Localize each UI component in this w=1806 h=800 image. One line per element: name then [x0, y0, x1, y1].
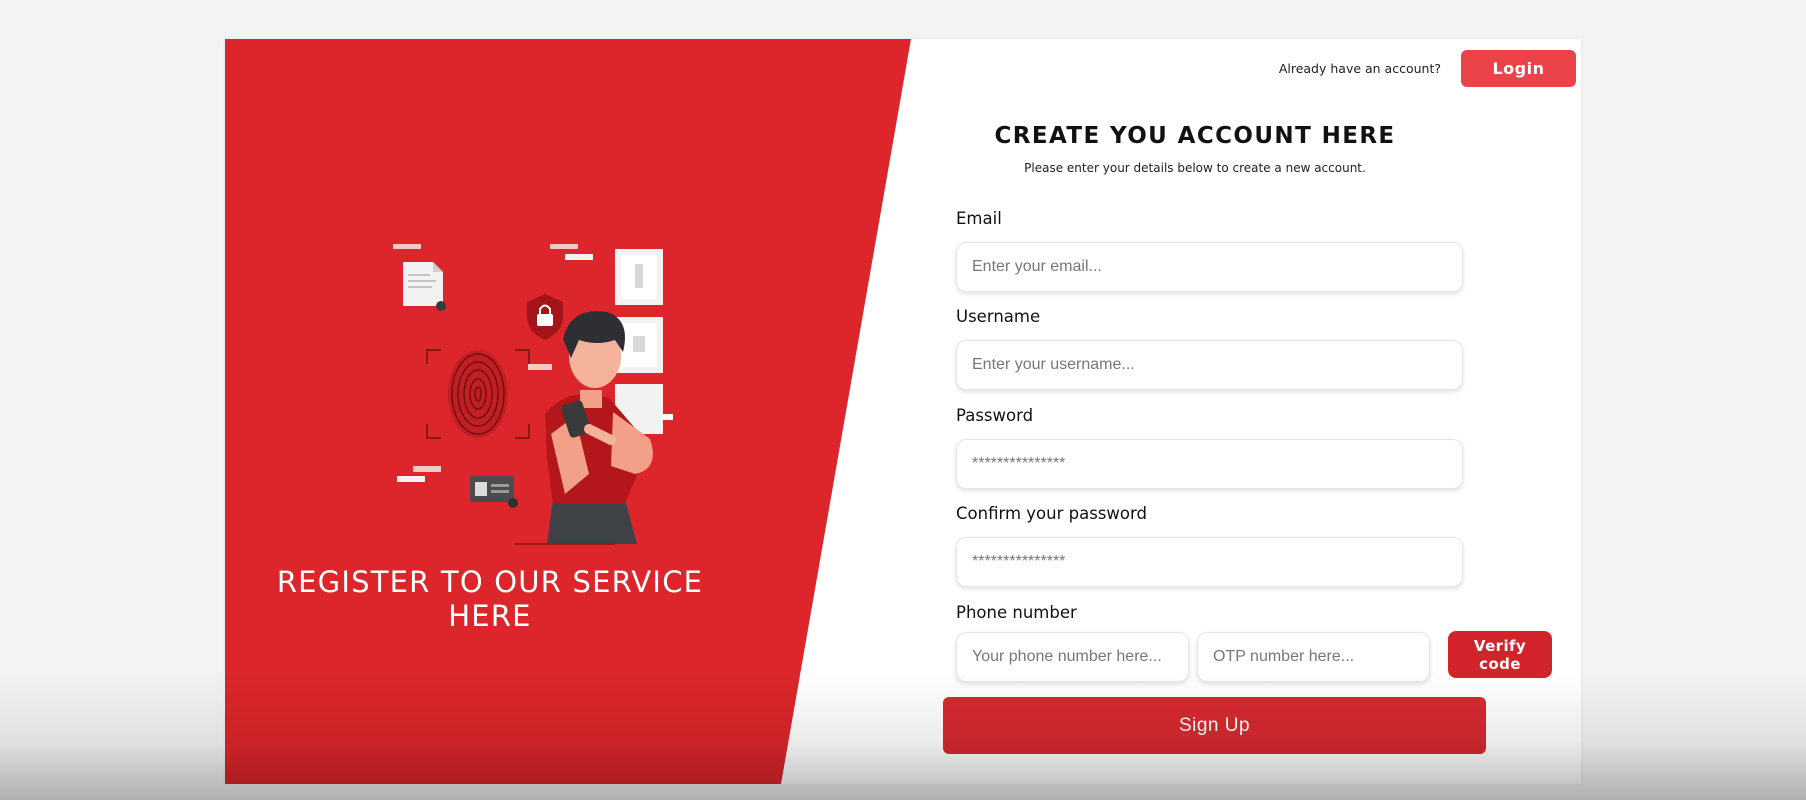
- otp-input[interactable]: [1197, 632, 1430, 682]
- form-subtitle: Please enter your details below to creat…: [1024, 161, 1366, 175]
- confirm-password-input[interactable]: [956, 537, 1463, 587]
- register-title: REGISTER TO OUR SERVICE HERE: [276, 565, 704, 633]
- phone-number-input[interactable]: [956, 632, 1189, 682]
- already-have-account-text: Already have an account?: [1278, 61, 1441, 76]
- username-label: Username: [956, 307, 1041, 326]
- brand-panel: REGISTER TO OUR SERVICE HERE: [225, 39, 911, 784]
- confirm-password-label: Confirm your password: [956, 504, 1147, 523]
- security-illustration: [375, 244, 715, 574]
- security-illustration-svg: [393, 244, 673, 545]
- sign-up-button[interactable]: Sign Up: [943, 697, 1486, 754]
- username-input[interactable]: [956, 340, 1463, 390]
- verify-code-button[interactable]: Verify code: [1448, 631, 1552, 678]
- email-label: Email: [956, 209, 1002, 228]
- form-title: CREATE YOU ACCOUNT HERE: [994, 123, 1396, 149]
- password-input[interactable]: [956, 439, 1463, 489]
- password-label: Password: [956, 406, 1034, 425]
- registration-card: REGISTER TO OUR SERVICE HERE Already hav…: [225, 39, 1581, 784]
- login-button[interactable]: Login: [1461, 50, 1576, 87]
- email-input[interactable]: [956, 242, 1463, 292]
- phone-label: Phone number: [956, 603, 1077, 622]
